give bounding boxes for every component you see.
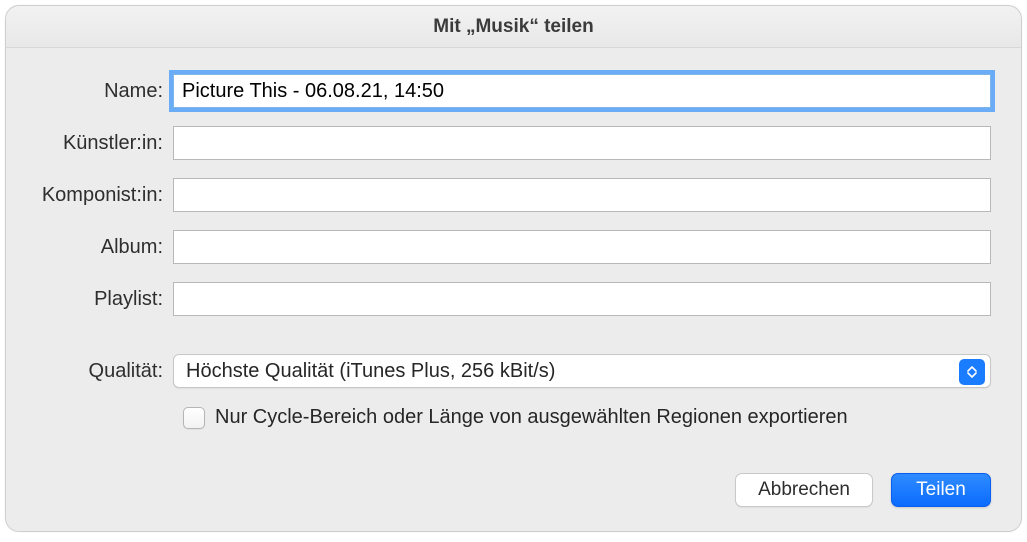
quality-selected-value: Höchste Qualität (iTunes Plus, 256 kBit/… [186, 360, 555, 383]
album-field[interactable] [173, 230, 991, 264]
dialog-title: Mit „Musik“ teilen [6, 6, 1021, 48]
composer-field[interactable] [173, 178, 991, 212]
artist-field[interactable] [173, 126, 991, 160]
cycle-export-checkbox[interactable] [183, 407, 205, 429]
name-label: Name: [18, 80, 173, 103]
album-label: Album: [18, 236, 173, 259]
quality-label: Qualität: [18, 360, 173, 383]
artist-label: Künstler:in: [18, 132, 173, 155]
name-field[interactable] [173, 74, 991, 108]
share-button[interactable]: Teilen [891, 473, 991, 507]
cancel-button[interactable]: Abbrechen [735, 473, 873, 507]
playlist-field[interactable] [173, 282, 991, 316]
select-stepper-icon [959, 359, 985, 385]
playlist-label: Playlist: [18, 288, 173, 311]
dialog-footer: Abbrechen Teilen [735, 473, 991, 507]
share-dialog: Mit „Musik“ teilen Name: Künstler:in: Ko… [5, 5, 1022, 532]
quality-select[interactable]: Höchste Qualität (iTunes Plus, 256 kBit/… [173, 354, 991, 388]
dialog-body: Name: Künstler:in: Komponist:in: Album: [6, 48, 1021, 429]
cycle-export-label: Nur Cycle-Bereich oder Länge von ausgewä… [215, 406, 848, 429]
composer-label: Komponist:in: [18, 184, 173, 207]
